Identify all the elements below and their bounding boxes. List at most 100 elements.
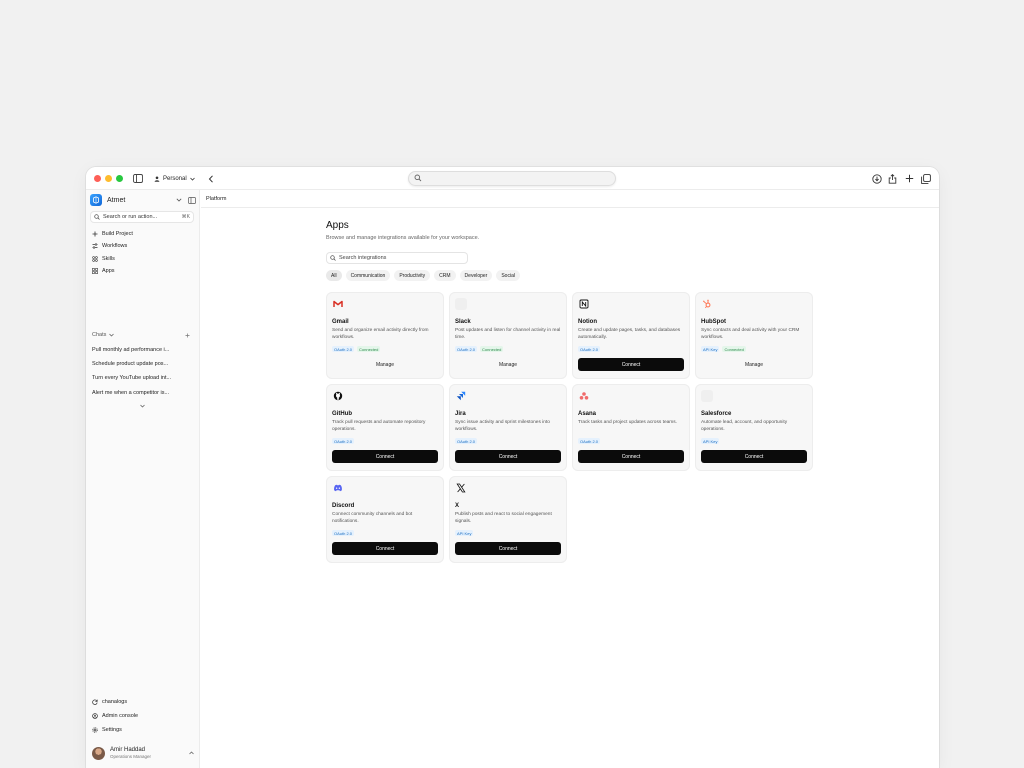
avatar — [92, 746, 105, 760]
status-badge: Connected — [480, 346, 504, 352]
jira-icon — [455, 390, 467, 402]
app-name: Salesforce — [701, 411, 732, 417]
show-more-chevron-icon[interactable] — [140, 404, 145, 408]
filter-developer[interactable]: Developer — [459, 270, 493, 281]
gmail-icon — [332, 298, 344, 310]
connect-button[interactable]: Connect — [578, 450, 684, 463]
auth-badge: OAuth 2.0 — [578, 346, 601, 352]
new-chat-plus-icon[interactable] — [185, 333, 190, 338]
nav-apps[interactable]: Apps — [92, 266, 115, 276]
new-tab-icon[interactable] — [903, 172, 916, 185]
tab-overview-icon[interactable] — [919, 172, 932, 185]
notion-icon — [578, 298, 590, 310]
auth-badge: OAuth 2.0 — [455, 438, 478, 444]
app-description: Connect community channels and bot notif… — [332, 512, 413, 524]
integrations-search-placeholder: Search integrations — [339, 255, 387, 261]
auth-badge: API Key — [455, 530, 474, 536]
workspace-switcher[interactable]: Atmet — [90, 193, 196, 207]
admin-icon — [92, 713, 98, 719]
sidebar-toggle-icon[interactable] — [131, 172, 144, 185]
close-window-button[interactable] — [94, 175, 101, 182]
connect-button[interactable]: Connect — [455, 542, 561, 555]
sidebar-bottom-label: chanalogs — [102, 699, 128, 705]
chat-item[interactable]: Pull monthly ad performance i... — [92, 347, 184, 353]
nav-build-project[interactable]: Build Project — [92, 229, 133, 239]
connect-button[interactable]: Connect — [578, 358, 684, 371]
manage-button[interactable]: Manage — [455, 358, 561, 371]
browser-window: Personal Atmet Search or run action... ⌘… — [86, 167, 939, 768]
chat-item[interactable]: Schedule product update pos... — [92, 361, 184, 367]
skills-icon — [92, 256, 98, 262]
filter-crm[interactable]: CRM — [434, 270, 456, 281]
back-arrow-icon[interactable] — [204, 172, 217, 185]
app-card-x: X Publish posts and react to social enga… — [449, 476, 567, 563]
connect-button[interactable]: Connect — [701, 450, 807, 463]
app-name: Gmail — [332, 319, 349, 325]
profile-label: Personal — [163, 175, 187, 182]
app-description: Automate lead, account, and opportunity … — [701, 420, 788, 432]
app-card-slack: Slack Post updates and listen for channe… — [449, 292, 567, 379]
minimize-window-button[interactable] — [105, 175, 112, 182]
search-shortcut: ⌘K — [181, 214, 190, 220]
auth-badge: OAuth 2.0 — [332, 438, 355, 444]
user-menu[interactable]: Amir Haddad Operations Manager — [92, 745, 194, 761]
share-icon[interactable] — [886, 172, 899, 185]
app-description: Track pull requests and automate reposit… — [332, 420, 426, 432]
filter-productivity[interactable]: Productivity — [394, 270, 431, 281]
app-card-discord: Discord Connect community channels and b… — [326, 476, 444, 563]
connect-button[interactable]: Connect — [332, 542, 438, 555]
app-name: Asana — [578, 411, 597, 417]
breadcrumb: Platform — [201, 190, 939, 208]
chevron-down-icon — [189, 177, 195, 181]
app-name: X — [455, 503, 460, 509]
connect-button[interactable]: Connect — [455, 450, 561, 463]
sidebar-settings[interactable]: Settings — [92, 725, 122, 735]
app-description: Post updates and listen for channel acti… — [455, 328, 561, 340]
nav-skills[interactable]: Skills — [92, 254, 115, 264]
nav-label: Build Project — [102, 231, 133, 237]
filter-all[interactable]: All — [326, 270, 342, 281]
sidebar-bottom-label: Settings — [102, 727, 122, 733]
user-name: Amir Haddad — [110, 747, 146, 753]
app-card-notion: Notion Create and update pages, tasks, a… — [572, 292, 690, 379]
chats-header[interactable]: Chats — [92, 332, 190, 338]
integrations-search-input[interactable]: Search integrations — [326, 252, 468, 264]
app-name: HubSpot — [701, 319, 726, 325]
collapse-sidebar-icon[interactable] — [188, 196, 196, 204]
gear-icon — [92, 727, 98, 733]
apps-grid-icon — [92, 268, 98, 274]
profile-switcher[interactable]: Personal — [154, 172, 195, 185]
auth-badge: API Key — [701, 346, 720, 352]
maximize-window-button[interactable] — [116, 175, 123, 182]
sidebar-bottom-label: Admin console — [102, 713, 139, 719]
github-icon — [332, 390, 344, 402]
chat-item[interactable]: Turn every YouTube upload int... — [92, 375, 184, 381]
connect-button[interactable]: Connect — [332, 450, 438, 463]
person-icon — [154, 176, 160, 182]
x-icon — [455, 482, 467, 494]
user-role: Operations Manager — [110, 754, 152, 759]
discord-icon — [332, 482, 344, 494]
sidebar-admin-console[interactable]: Admin console — [92, 711, 138, 721]
asana-icon — [578, 390, 590, 402]
nav-workflows[interactable]: Workflows — [92, 241, 127, 251]
filter-communication[interactable]: Communication — [345, 270, 391, 281]
chat-item[interactable]: Alert me when a competitor is... — [92, 390, 184, 396]
breadcrumb-item[interactable]: Platform — [206, 196, 226, 202]
filter-social[interactable]: Social — [496, 270, 520, 281]
manage-button[interactable]: Manage — [332, 358, 438, 371]
auth-badge: OAuth 2.0 — [332, 530, 355, 536]
auth-badge: OAuth 2.0 — [578, 438, 601, 444]
browser-toolbar: Personal — [86, 167, 939, 190]
app-name: Discord — [332, 503, 355, 509]
app-sidebar: Atmet Search or run action... ⌘K Build P… — [86, 190, 200, 768]
app-name: GitHub — [332, 411, 352, 417]
sidebar-chanalogs[interactable]: chanalogs — [92, 697, 127, 707]
hubspot-icon — [701, 298, 713, 310]
download-icon[interactable] — [870, 172, 883, 185]
app-card-github: GitHub Track pull requests and automate … — [326, 384, 444, 471]
address-bar[interactable] — [408, 171, 616, 186]
app-card-salesforce: Salesforce Automate lead, account, and o… — [695, 384, 813, 471]
manage-button[interactable]: Manage — [701, 358, 807, 371]
sidebar-search-input[interactable]: Search or run action... ⌘K — [90, 211, 194, 223]
